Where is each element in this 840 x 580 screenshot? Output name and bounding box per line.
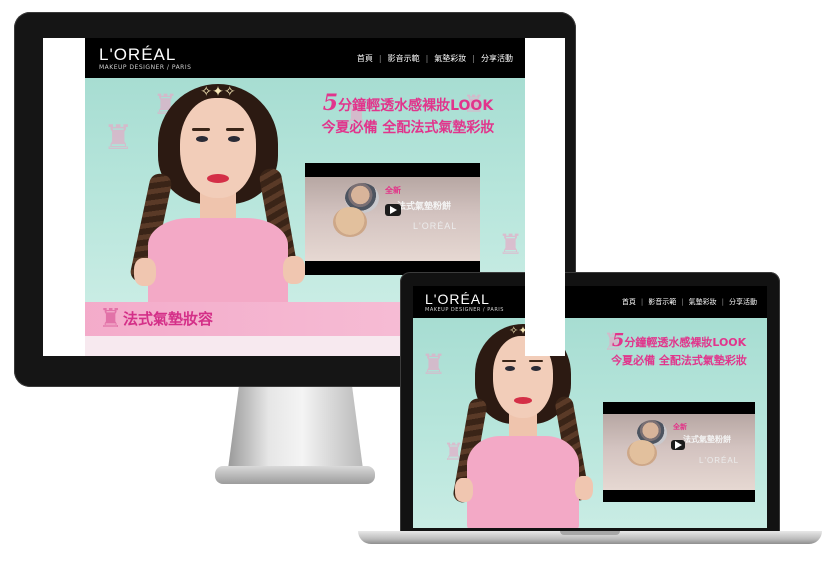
model-eye	[196, 136, 208, 142]
cushion-puff-image	[333, 207, 367, 237]
site-header: L'ORÉAL MAKEUP DESIGNER / PARIS 首頁 | 影音示…	[413, 286, 767, 318]
video-new-tag: 全新	[385, 186, 401, 195]
video-logo: L'ORÉAL	[699, 456, 740, 465]
logo-text: L'ORÉAL	[99, 44, 177, 64]
model-image: ✧✦✧	[443, 318, 603, 528]
headline-line-1: 5分鐘輕透水感裸妝LOOK	[593, 332, 765, 352]
monitor-stand	[228, 387, 363, 469]
main-nav: 首頁 | 影音示範 | 氣墊彩妝 | 分享活動	[357, 53, 513, 64]
monitor-base	[215, 466, 375, 484]
video-logo: L'ORÉAL	[413, 221, 458, 231]
model-hand	[575, 476, 593, 500]
video-thumbnail: 全新 法式氣墊粉餅 L'ORÉAL	[603, 414, 755, 490]
laptop-notch	[560, 531, 620, 535]
headline-line-2: 今夏必備 全配法式氣墊彩妝	[321, 120, 495, 136]
brand-logo[interactable]: L'ORÉAL MAKEUP DESIGNER / PARIS	[425, 292, 504, 313]
model-brow	[529, 360, 543, 362]
model-hand	[283, 256, 305, 284]
headline-line-1-text: 分鐘輕透水感裸妝LOOK	[624, 336, 747, 349]
model-hand	[455, 478, 473, 502]
model-eye	[531, 366, 541, 371]
video-thumbnail: 全新 法式氣墊粉餅 L'ORÉAL	[305, 177, 480, 261]
play-icon[interactable]	[671, 440, 685, 450]
eiffel-tower-icon: ♜	[99, 304, 123, 334]
nav-home[interactable]: 首頁	[357, 53, 373, 64]
model-brow	[192, 128, 210, 131]
nav-video-demo[interactable]: 影音示範	[648, 297, 676, 307]
headline-number: 5	[611, 330, 625, 351]
hero-headline: 5分鐘輕透水感裸妝LOOK 今夏必備 全配法式氣墊彩妝	[291, 92, 525, 139]
headline-line-1-text: 分鐘輕透水感裸妝LOOK	[338, 98, 494, 114]
model-top	[467, 436, 579, 528]
hero-banner: ♜ ♜ ♜ ♜ ✧✦✧	[413, 318, 767, 528]
video-player[interactable]: 全新 法式氣墊粉餅 L'ORÉAL	[305, 163, 480, 275]
hero-banner: ♜ ♜ ♜ ♜ ♜ ♜ ✧✦✧	[43, 78, 565, 302]
model-image: ✧✦✧	[118, 78, 318, 302]
video-title: 法式氣墊粉餅	[397, 202, 452, 212]
model-lips	[207, 174, 229, 183]
tiara: ✧✦✧	[200, 84, 236, 100]
nav-separator: |	[425, 53, 429, 63]
nav-separator: |	[472, 53, 475, 63]
nav-cushion-makeup[interactable]: 氣墊彩妝	[434, 53, 466, 64]
headline-line-1: 5分鐘輕透水感裸妝LOOK	[291, 92, 525, 117]
brand-logo[interactable]: L'ORÉAL MAKEUP DESIGNER / PARIS	[99, 46, 191, 71]
site-header: L'ORÉAL MAKEUP DESIGNER / PARIS 首頁 | 影音示…	[43, 38, 565, 78]
nav-separator: |	[640, 298, 644, 306]
right-margin	[525, 38, 565, 356]
nav-share-event[interactable]: 分享活動	[481, 53, 513, 64]
nav-separator: |	[721, 298, 724, 306]
model-face	[180, 98, 256, 198]
video-title: 法式氣墊粉餅	[683, 435, 731, 444]
eiffel-tower-icon: ♜	[498, 228, 524, 261]
model-hand	[134, 258, 156, 286]
nav-video-demo[interactable]: 影音示範	[388, 53, 420, 64]
model-eye	[505, 366, 515, 371]
video-player[interactable]: 全新 法式氣墊粉餅 L'ORÉAL	[603, 402, 755, 502]
headline-number: 5	[322, 90, 339, 116]
model-lips	[514, 397, 532, 404]
logo-subtitle: MAKEUP DESIGNER / PARIS	[99, 63, 192, 71]
nav-home[interactable]: 首頁	[622, 297, 636, 307]
laptop: L'ORÉAL MAKEUP DESIGNER / PARIS 首頁 | 影音示…	[400, 272, 780, 534]
logo-subtitle: MAKEUP DESIGNER / PARIS	[425, 306, 504, 313]
laptop-site: L'ORÉAL MAKEUP DESIGNER / PARIS 首頁 | 影音示…	[413, 286, 767, 528]
play-icon[interactable]	[385, 204, 401, 216]
headline-line-2: 今夏必備 全配法式氣墊彩妝	[611, 354, 747, 367]
nav-separator: |	[378, 53, 382, 63]
model-top	[148, 218, 288, 302]
model-brow	[226, 128, 244, 131]
model-eye	[228, 136, 240, 142]
section-title: 法式氣墊妝容	[123, 310, 214, 328]
main-nav: 首頁 | 影音示範 | 氣墊彩妝 | 分享活動	[622, 297, 757, 307]
logo-text: L'ORÉAL	[425, 290, 490, 307]
video-new-tag: 全新	[673, 423, 687, 431]
nav-cushion-makeup[interactable]: 氣墊彩妝	[689, 297, 717, 307]
hero-headline: 5分鐘輕透水感裸妝LOOK 今夏必備 全配法式氣墊彩妝	[593, 332, 765, 370]
laptop-screen: L'ORÉAL MAKEUP DESIGNER / PARIS 首頁 | 影音示…	[413, 286, 767, 528]
nav-separator: |	[681, 298, 684, 306]
cushion-puff-image	[627, 440, 657, 466]
nav-share-event[interactable]: 分享活動	[729, 297, 757, 307]
left-margin	[43, 38, 85, 356]
model-brow	[502, 360, 516, 362]
